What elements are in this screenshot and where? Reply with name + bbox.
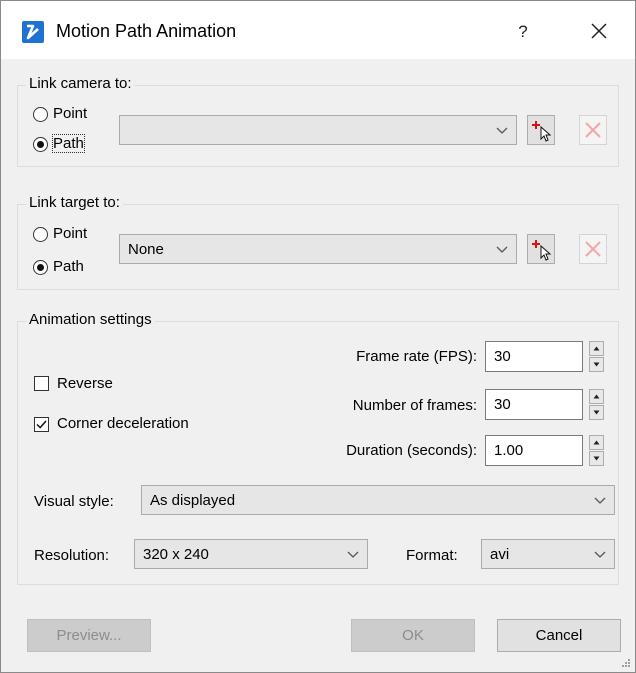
camera-path-label[interactable]: Path: [52, 134, 85, 153]
number-of-frames-input[interactable]: [485, 389, 583, 420]
frame-rate-value[interactable]: [486, 342, 581, 365]
duration-input[interactable]: [485, 435, 583, 466]
target-path-combo-value: None: [128, 241, 164, 258]
reverse-checkbox[interactable]: [34, 376, 49, 391]
target-path-radio[interactable]: [33, 260, 48, 275]
resolution-value: 320 x 240: [143, 546, 209, 563]
chevron-down-icon: [496, 127, 508, 134]
camera-path-combo[interactable]: [119, 115, 517, 145]
visual-style-value: As displayed: [150, 492, 236, 509]
pick-cursor-icon: [532, 121, 552, 142]
format-combo[interactable]: avi: [481, 539, 615, 569]
arrow-down-icon: [593, 410, 600, 415]
target-point-label[interactable]: Point: [53, 225, 87, 242]
duration-spinner[interactable]: [589, 435, 604, 466]
frame-rate-label: Frame rate (FPS):: [356, 348, 477, 365]
reverse-label[interactable]: Reverse: [57, 375, 113, 392]
target-point-radio[interactable]: [33, 227, 48, 242]
target-pick-path-button[interactable]: [527, 234, 555, 264]
frame-rate-input[interactable]: [485, 341, 583, 372]
resolution-label: Resolution:: [34, 547, 110, 564]
preview-button[interactable]: Preview...: [27, 619, 151, 652]
camera-path-radio[interactable]: [33, 137, 48, 152]
number-of-frames-spinner[interactable]: [589, 389, 604, 420]
spin-up-button[interactable]: [589, 341, 604, 356]
delete-x-icon: [585, 241, 601, 257]
format-label: Format:: [406, 547, 458, 564]
arrow-up-icon: [593, 394, 600, 399]
close-icon: [591, 23, 607, 39]
camera-clear-button[interactable]: [579, 115, 607, 145]
chevron-down-icon: [347, 551, 359, 558]
dialog-window: Motion Path Animation ? Link camera to: …: [0, 0, 636, 673]
arrow-up-icon: [593, 346, 600, 351]
arrow-down-icon: [593, 362, 600, 367]
target-path-label[interactable]: Path: [53, 258, 84, 275]
spin-down-button[interactable]: [589, 357, 604, 372]
resize-grip-icon[interactable]: [621, 658, 631, 668]
checkmark-icon: [36, 420, 47, 429]
title-bar[interactable]: Motion Path Animation ?: [1, 1, 635, 59]
dialog-title: Motion Path Animation: [56, 21, 237, 41]
ok-button[interactable]: OK: [351, 619, 475, 652]
close-button[interactable]: [583, 16, 615, 46]
camera-point-label[interactable]: Point: [53, 105, 87, 122]
target-clear-button[interactable]: [579, 234, 607, 264]
cancel-button[interactable]: Cancel: [497, 619, 621, 652]
format-value: avi: [490, 546, 510, 563]
arrow-up-icon: [593, 440, 600, 445]
app-logo-icon: [22, 21, 44, 43]
chevron-down-icon: [496, 246, 508, 253]
number-of-frames-value[interactable]: [486, 390, 581, 413]
frame-rate-spinner[interactable]: [589, 341, 604, 372]
number-of-frames-label: Number of frames:: [352, 397, 477, 414]
duration-value[interactable]: [486, 436, 581, 459]
link-target-label: Link target to:: [26, 194, 123, 211]
target-path-combo[interactable]: None: [119, 234, 517, 264]
camera-pick-path-button[interactable]: [527, 115, 555, 145]
visual-style-combo[interactable]: As displayed: [141, 485, 615, 515]
delete-x-icon: [585, 122, 601, 138]
resolution-combo[interactable]: 320 x 240: [134, 539, 368, 569]
spin-up-button[interactable]: [589, 435, 604, 450]
corner-deceleration-label[interactable]: Corner deceleration: [57, 415, 189, 432]
camera-point-radio[interactable]: [33, 107, 48, 122]
visual-style-label: Visual style:: [34, 493, 114, 510]
link-camera-label: Link camera to:: [26, 75, 135, 92]
chevron-down-icon: [594, 497, 606, 504]
arrow-down-icon: [593, 456, 600, 461]
spin-up-button[interactable]: [589, 389, 604, 404]
spin-down-button[interactable]: [589, 451, 604, 466]
chevron-down-icon: [594, 551, 606, 558]
animation-settings-label: Animation settings: [26, 311, 155, 328]
spin-down-button[interactable]: [589, 405, 604, 420]
help-button[interactable]: ?: [507, 18, 539, 46]
corner-deceleration-checkbox[interactable]: [34, 417, 49, 432]
pick-cursor-icon: [532, 240, 552, 261]
duration-label: Duration (seconds):: [346, 442, 477, 459]
